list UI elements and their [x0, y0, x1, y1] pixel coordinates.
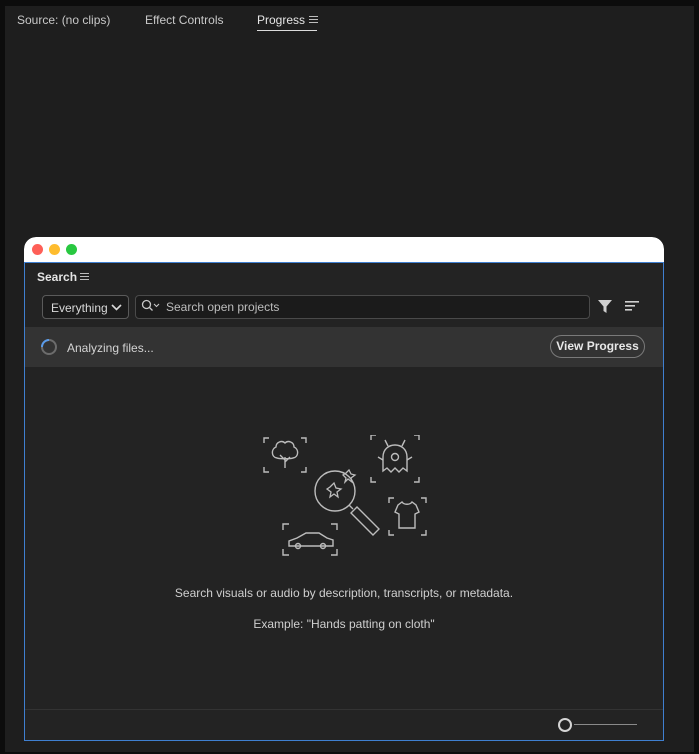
- search-window: Search Everything Analyzi: [24, 237, 664, 741]
- tab-effect-controls[interactable]: Effect Controls: [145, 13, 223, 27]
- window-titlebar: [24, 237, 664, 262]
- scope-dropdown[interactable]: Everything: [42, 295, 129, 319]
- footer-divider: [25, 709, 663, 710]
- active-tab-indicator: [257, 30, 317, 31]
- view-progress-button[interactable]: View Progress: [550, 335, 645, 358]
- spinner-icon: [41, 339, 57, 355]
- visual-search-illustration: [263, 435, 427, 556]
- scope-dropdown-value: Everything: [51, 301, 108, 315]
- search-icon: [141, 299, 160, 311]
- progress-status: Analyzing files...: [67, 341, 154, 355]
- panel-title[interactable]: Search: [37, 270, 77, 284]
- menu-icon[interactable]: [80, 273, 89, 280]
- close-window-button[interactable]: [32, 244, 43, 255]
- zoom-window-button[interactable]: [66, 244, 77, 255]
- search-panel: Search Everything Analyzi: [24, 262, 664, 741]
- panel-tab-bar: Source: (no clips) Effect Controls Progr…: [5, 6, 694, 36]
- thumbnail-size-slider-handle[interactable]: [558, 718, 572, 732]
- chevron-down-icon: [111, 304, 122, 311]
- tab-source[interactable]: Source: (no clips): [17, 13, 110, 27]
- minimize-window-button[interactable]: [49, 244, 60, 255]
- menu-icon[interactable]: [309, 16, 318, 23]
- tab-progress[interactable]: Progress: [257, 13, 305, 27]
- empty-state-description: Search visuals or audio by description, …: [174, 586, 514, 600]
- filter-icon[interactable]: [597, 299, 613, 314]
- sort-icon[interactable]: [625, 300, 639, 312]
- empty-state-example: Example: "Hands patting on cloth": [253, 617, 435, 631]
- progress-banner: Analyzing files... View Progress: [25, 327, 663, 367]
- thumbnail-size-slider-track[interactable]: [574, 724, 637, 725]
- search-input[interactable]: [135, 295, 590, 319]
